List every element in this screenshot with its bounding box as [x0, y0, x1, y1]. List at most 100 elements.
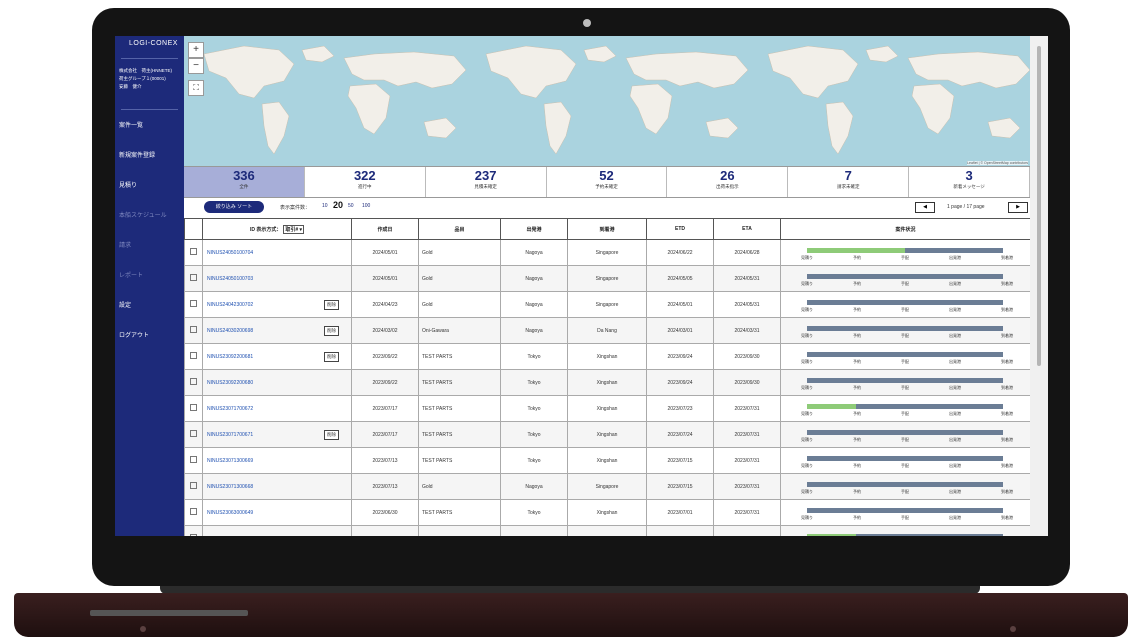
zoom-out-button[interactable]: − [188, 58, 204, 74]
row-checkbox[interactable] [190, 300, 197, 307]
origin-cell: Nagoya [500, 317, 568, 344]
created-cell: 2023/09/22 [351, 343, 419, 370]
row-checkbox[interactable] [190, 378, 197, 385]
case-id-link[interactable]: NINUS23071300668 [207, 484, 253, 490]
progress-tracker: 見積り 予約 手配 出発港 到着港 [781, 475, 1030, 498]
eta-cell: 2023/07/31 [713, 395, 781, 422]
case-id-link[interactable]: NINUS23063000648 [207, 536, 253, 537]
select-cell [184, 317, 203, 344]
stat-booking-pending[interactable]: 52 予約未確定 [546, 167, 668, 197]
row-checkbox[interactable] [190, 456, 197, 463]
delete-button[interactable]: 削除 [324, 352, 339, 362]
progress-tracker: 見積り 予約 手配 出発港 到着港 [781, 241, 1030, 264]
scrollbar[interactable] [1030, 36, 1048, 536]
sidebar-item-schedule: 本船スケジュール [119, 213, 167, 219]
delete-button[interactable]: 削除 [324, 430, 339, 440]
world-map[interactable]: + − ⛶ Leaflet | © OpenStreetMap contribu… [184, 36, 1030, 166]
filter-sort-button[interactable]: 絞り込み ソート [204, 201, 264, 213]
case-id-link[interactable]: NINUS23063000649 [207, 510, 253, 516]
stage-label: 到着港 [1001, 515, 1013, 520]
count-option-20[interactable]: 20 [333, 200, 343, 210]
stage-labels: 見積り 予約 手配 出発港 到着港 [801, 359, 1013, 365]
etd-cell: 2023/07/15 [646, 447, 714, 474]
row-checkbox[interactable] [190, 430, 197, 437]
item-cell: TEST PARTS [418, 499, 501, 526]
sidebar-item-settings[interactable]: 設定 [115, 300, 184, 330]
row-checkbox[interactable] [190, 534, 197, 536]
stage-label: 出発港 [949, 385, 961, 390]
table-row[interactable]: NINUS24042300702 削除 2024/04/23 Gold Nagoya Si… [184, 291, 1030, 318]
stage-label: 手配 [901, 411, 909, 416]
id-display-select[interactable]: 取引# ▾ [283, 224, 305, 234]
item-cell: TEST PARTS [418, 421, 501, 448]
next-page-button[interactable]: ▶ [1008, 202, 1028, 213]
stat-shipment-pending[interactable]: 26 出荷未指示 [667, 167, 789, 197]
stat-billing-pending[interactable]: 7 請求未確定 [788, 167, 910, 197]
sidebar-item-quote[interactable]: 見積り [115, 180, 184, 210]
page-info: 1 page / 17 page [947, 204, 985, 210]
id-cell: NINUS24050100704 [202, 239, 352, 266]
case-id-link[interactable]: NINUS23071700671 [207, 432, 253, 438]
scrollbar-thumb[interactable] [1037, 46, 1041, 366]
row-checkbox[interactable] [190, 404, 197, 411]
stage-label: 出発港 [949, 307, 961, 312]
dest-cell: Xingshan [567, 369, 647, 396]
table-row[interactable]: NINUS23071300668 2023/07/13 Gold Nagoya Sing… [184, 473, 1030, 500]
case-id-link[interactable]: NINUS23071300669 [207, 458, 253, 464]
stage-labels: 見積り 予約 手配 出発港 到着港 [801, 255, 1013, 261]
row-checkbox[interactable] [190, 508, 197, 515]
stage-label: 予約 [853, 385, 861, 390]
stage-label: 見積り [801, 333, 813, 338]
case-id-link[interactable]: NINUS24030200698 [207, 328, 253, 334]
row-checkbox[interactable] [190, 482, 197, 489]
id-cell: NINUS24042300702 削除 [202, 291, 352, 318]
stat-value: 237 [474, 168, 497, 183]
sidebar-item-cases[interactable]: 案件一覧 [115, 120, 184, 150]
stat-quote-pending[interactable]: 237 見積未確定 [425, 167, 547, 197]
case-id-link[interactable]: NINUS24050100703 [207, 276, 253, 282]
count-option-10[interactable]: 10 [322, 203, 328, 209]
origin-cell: Tokyo [500, 421, 568, 448]
status-cell: 見積り 予約 手配 出発港 到着港 [780, 239, 1030, 266]
table-row[interactable]: NINUS23063000649 2023/06/30 TEST PARTS Toky… [184, 499, 1030, 526]
count-option-50[interactable]: 50 [348, 203, 354, 209]
table-row[interactable]: NINUS23063000648 2023/06/30TEST PARTSToky… [184, 525, 1030, 537]
sidebar-menu: 案件一覧 新規案件登録 見積り 本船スケジュール 請求 レポート 設定 ログアウ… [115, 120, 184, 360]
progress-bar [807, 300, 1003, 305]
table-row[interactable]: NINUS23092200681 削除 2023/09/22 TEST PARTS To… [184, 343, 1030, 370]
table-row[interactable]: NINUS24030200698 削除 2024/03/02 Oni-Gawara Na… [184, 317, 1030, 344]
table-row[interactable]: NINUS24050100704 2024/05/01 Gold Nagoya Sing… [184, 239, 1030, 266]
row-checkbox[interactable] [190, 352, 197, 359]
created-cell: 2024/05/01 [351, 265, 419, 292]
table-row[interactable]: NINUS23071700671 削除 2023/07/17 TEST PARTS To… [184, 421, 1030, 448]
stage-label: 見積り [801, 411, 813, 416]
sidebar-item-billing: 請求 [119, 243, 132, 249]
table-row[interactable]: NINUS23071700672 2023/07/17 TEST PARTS Toky… [184, 395, 1030, 422]
case-id-link[interactable]: NINUS24042300702 [207, 302, 253, 308]
delete-button[interactable]: 削除 [324, 300, 339, 310]
case-id-link[interactable]: NINUS23092200680 [207, 380, 253, 386]
table-row[interactable]: NINUS24050100703 2024/05/01 Gold Nagoya Sing… [184, 265, 1030, 292]
case-id-link[interactable]: NINUS24050100704 [207, 250, 253, 256]
sidebar-item-new-case[interactable]: 新規案件登録 [115, 150, 184, 180]
delete-button[interactable]: 削除 [324, 326, 339, 336]
case-id-link[interactable]: NINUS23092200681 [207, 354, 253, 360]
zoom-in-button[interactable]: + [188, 42, 204, 58]
table-row[interactable]: NINUS23092200680 2023/09/22 TEST PARTS Toky… [184, 369, 1030, 396]
created-cell: 2024/05/01 [351, 239, 419, 266]
row-checkbox[interactable] [190, 248, 197, 255]
table-row[interactable]: NINUS23071300669 2023/07/13 TEST PARTS Toky… [184, 447, 1030, 474]
sidebar-item-logout[interactable]: ログアウト [115, 330, 184, 360]
stat-label: 見積未確定 [474, 184, 497, 189]
row-checkbox[interactable] [190, 326, 197, 333]
row-checkbox[interactable] [190, 274, 197, 281]
eta-cell: 2023/09/30 [713, 343, 781, 370]
prev-page-button[interactable]: ◀ [915, 202, 935, 213]
case-id-link[interactable]: NINUS23071700672 [207, 406, 253, 412]
stat-all[interactable]: 336 全件 [184, 167, 305, 197]
stat-in-progress[interactable]: 322 進行中 [304, 167, 426, 197]
etd-cell: 2023/07/01 [646, 525, 714, 536]
count-option-100[interactable]: 100 [362, 203, 370, 209]
stat-new-messages[interactable]: 3 新着メッセージ [909, 167, 1031, 197]
fullscreen-icon[interactable]: ⛶ [188, 80, 204, 96]
